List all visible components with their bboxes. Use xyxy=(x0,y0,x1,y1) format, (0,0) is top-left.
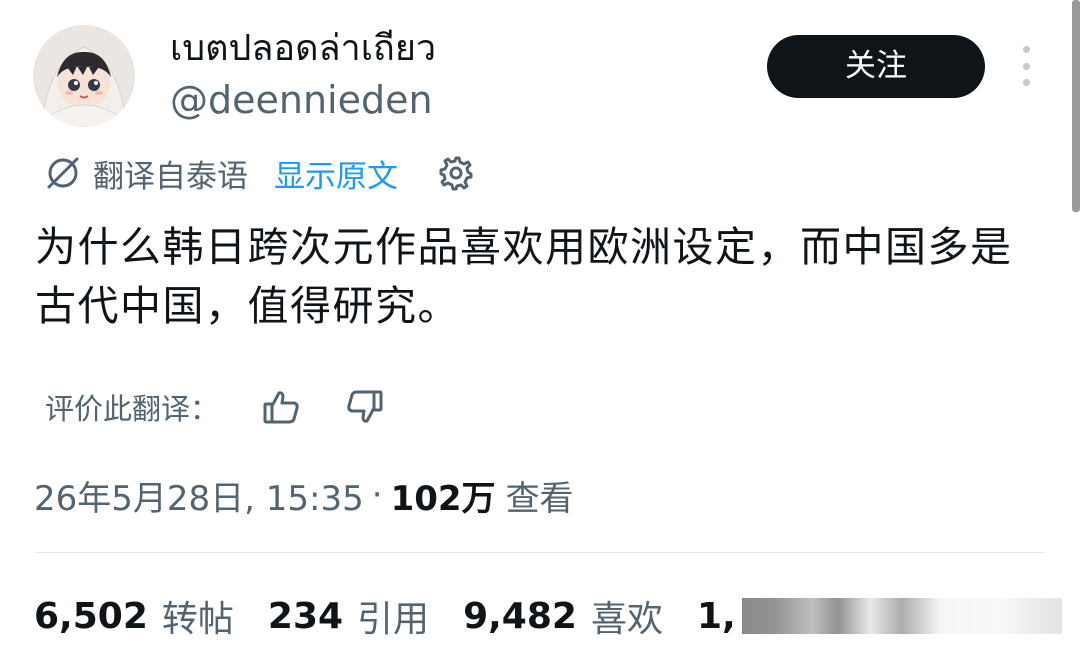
more-dot xyxy=(1022,79,1030,86)
user-handle[interactable]: @deennieden xyxy=(170,77,433,123)
translation-bar: 翻译自泰语 显示原文 xyxy=(45,151,476,195)
stat-quotes[interactable]: 234 引用 xyxy=(268,590,429,642)
gear-icon[interactable] xyxy=(436,153,476,193)
divider xyxy=(34,552,1046,553)
meta-separator: · xyxy=(371,475,383,515)
no-translate-icon xyxy=(47,157,79,189)
stat-reposts[interactable]: 6,502 转帖 xyxy=(34,590,234,642)
display-name[interactable]: เบตปลอดล่าเถียว xyxy=(170,26,436,72)
stat-label: 引用 xyxy=(357,599,430,640)
stat-count: 9,482 xyxy=(463,595,577,637)
avatar[interactable] xyxy=(33,25,135,127)
stat-likes[interactable]: 9,482 喜欢 xyxy=(463,590,663,642)
tweet-text: 为什么韩日跨次元作品喜欢用欧洲设定，而中国多是古代中国，值得研究。 xyxy=(35,223,1013,330)
views-label: 查看 xyxy=(505,478,574,519)
more-vertical-icon[interactable] xyxy=(1016,46,1036,86)
more-dot xyxy=(1022,46,1030,53)
stat-bookmarks[interactable]: 1, xyxy=(697,596,1062,637)
image-smudge xyxy=(741,598,1062,634)
rate-translation-bar: 评价此翻译： xyxy=(45,383,385,431)
thumb-up-icon[interactable] xyxy=(261,387,301,427)
rate-translation-label: 评价此翻译： xyxy=(45,392,220,426)
more-dot xyxy=(1022,62,1030,70)
stat-count: 6,502 xyxy=(34,595,148,637)
show-original-link[interactable]: 显示原文 xyxy=(274,151,398,196)
stat-count: 1, xyxy=(696,595,736,637)
scrollbar[interactable] xyxy=(1072,0,1080,212)
stat-label: 转帖 xyxy=(161,599,234,640)
follow-button[interactable]: 关注 xyxy=(767,35,985,98)
stat-label: 喜欢 xyxy=(590,599,663,640)
avatar-image xyxy=(33,25,135,127)
stat-count: 234 xyxy=(267,595,344,637)
thumb-down-icon[interactable] xyxy=(345,387,385,427)
timestamp[interactable]: 26年5月28日, 15:35 xyxy=(34,471,364,520)
translated-from-label: 翻译自泰语 xyxy=(93,158,248,195)
tweet-meta: 26年5月28日, 15:35 · 102万 查看 xyxy=(34,470,574,520)
views-count: 102万 xyxy=(390,478,496,519)
engagement-stats: 6,502 转帖 234 引用 9,482 喜欢 1, xyxy=(34,591,1062,641)
